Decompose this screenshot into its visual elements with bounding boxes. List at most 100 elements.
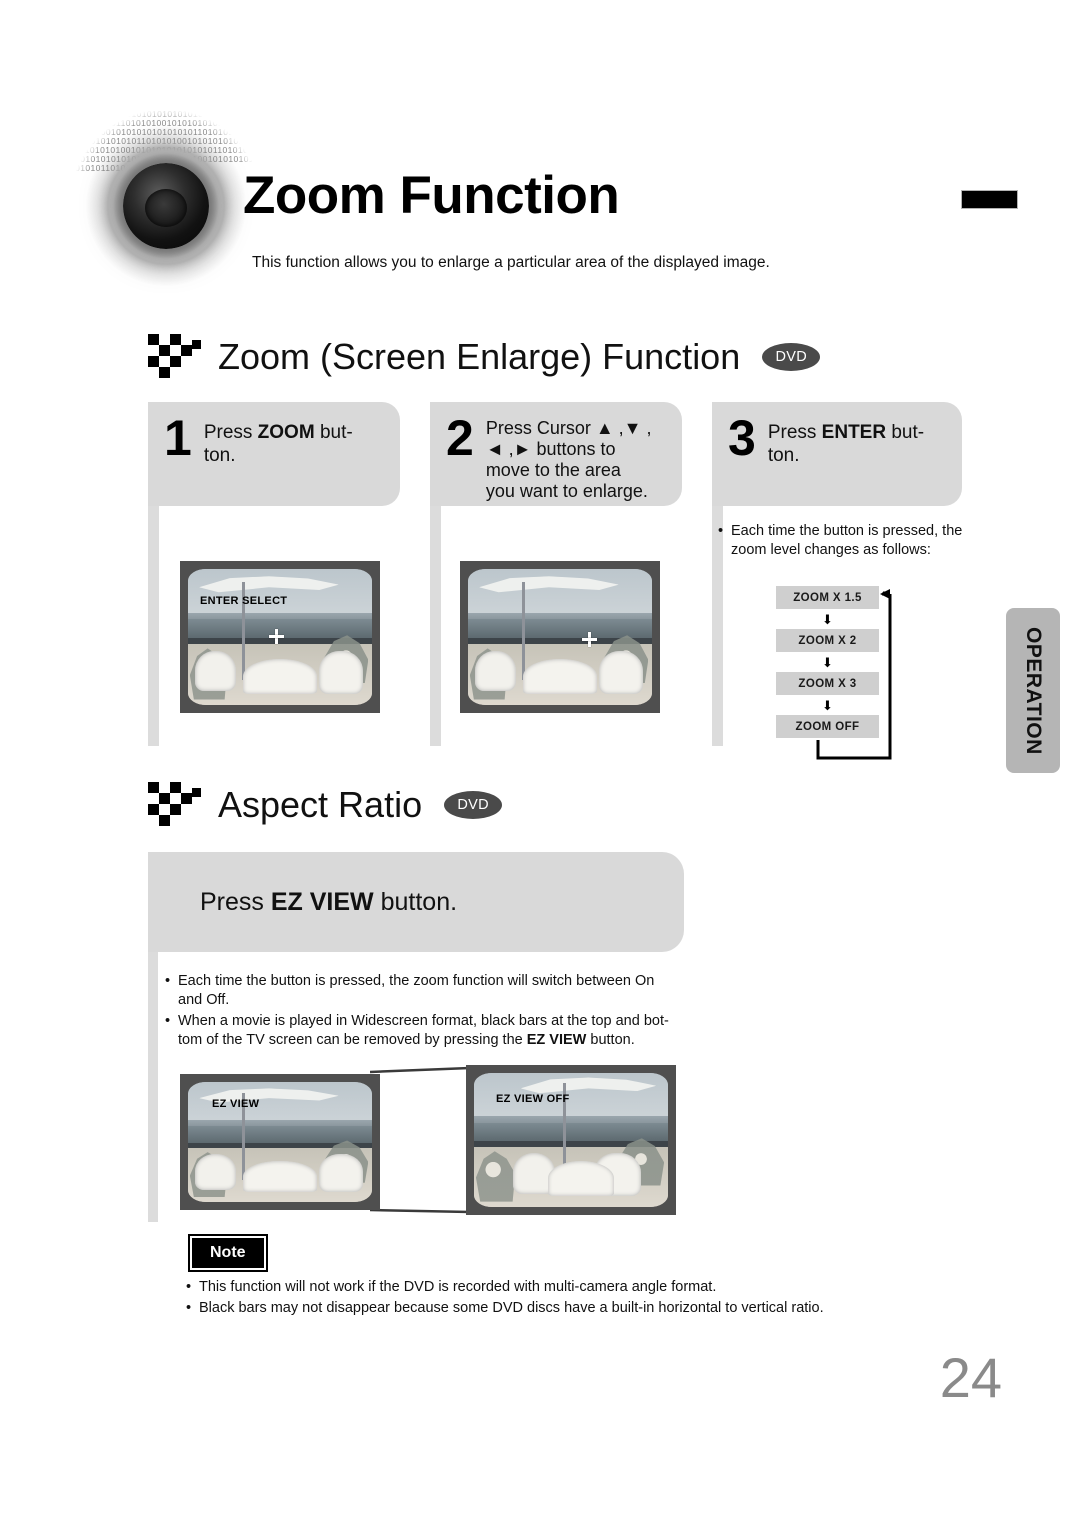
chair-right [598, 650, 643, 695]
step-box-2: 2 Press Cursor ▲ ,▼ , ◄ ,► buttons to mo… [430, 402, 682, 506]
ez-view-instruction-banner: Press EZ VIEW button. [148, 852, 684, 952]
bullet-dot: • [186, 1300, 192, 1316]
step-number-3: 3 [728, 410, 756, 466]
aspect-bullet-1-line-2: and Off. [178, 992, 230, 1008]
ez-view-button-name: EZ VIEW [270, 887, 374, 916]
column-divider-2 [430, 506, 441, 746]
umbrella-canopy [199, 576, 339, 593]
hills [468, 612, 652, 620]
patio-table [547, 1161, 614, 1197]
section-heading-aspect: Aspect Ratio DVD [148, 782, 503, 828]
umbrella [479, 574, 619, 681]
note-bullets: • This function will not work if the DVD… [186, 1278, 946, 1320]
speaker-cone [122, 162, 210, 250]
zoom-level-note: • Each time the button is pressed, the z… [718, 522, 968, 562]
zoom-button-name: ZOOM [257, 422, 315, 443]
section-title-text: Aspect Ratio [218, 784, 423, 825]
chair-left [195, 650, 236, 692]
chair-right [318, 1154, 363, 1193]
tv-screen-step2 [460, 561, 660, 713]
aspect-bullet-2-prefix: tom of the TV screen can be removed by p… [178, 1032, 527, 1048]
step-box-3: 3 Press ENTER but- ton. [712, 402, 962, 506]
chair-right [318, 650, 363, 695]
umbrella-canopy [479, 576, 619, 593]
page-number: 24 [939, 1346, 1002, 1409]
bullet-dot: • [165, 1013, 171, 1029]
aspect-bullet-2-line-1: When a movie is played in Widescreen for… [178, 1013, 669, 1029]
section-heading-zoom: Zoom (Screen Enlarge) Function DVD [148, 334, 821, 380]
hills [188, 612, 372, 620]
checkered-flag-icon [148, 782, 201, 826]
patio-table [243, 1161, 317, 1193]
note-line-1: Each time the button is pressed, the [731, 523, 963, 539]
sea [188, 1126, 372, 1144]
bullet-dot: • [186, 1279, 192, 1295]
ez-view-button-name: EZ VIEW [526, 1032, 587, 1048]
step-1-line-2: ton. [203, 445, 236, 466]
manual-page: 0101010100101010101010101011010100101010… [0, 0, 1080, 1528]
page-title: Zoom Function [243, 166, 620, 225]
list-item: • When a movie is played in Widescreen f… [165, 1012, 885, 1050]
chair-left [195, 1154, 236, 1190]
header-rule-bar [961, 190, 1018, 209]
bullet-text: Each time the button is pressed, the zoo… [178, 972, 654, 1010]
osd-ez-view: EZ VIEW [212, 1098, 260, 1110]
dvd-badge: DVD [444, 791, 503, 819]
step-number-1: 1 [164, 410, 192, 466]
zoom-crosshair-2 [582, 631, 598, 647]
step-2-line-3: move to the area [485, 460, 621, 480]
speaker-binary-logo-icon: 0101010100101010101010101011010100101010… [68, 108, 264, 304]
banner-prefix: Press [200, 887, 271, 916]
step-2-line-4: you want to enlarge. [485, 481, 648, 501]
step-2-line-1: Press Cursor ▲ ,▼ , [485, 418, 652, 438]
zoom-crosshair-1 [268, 628, 284, 644]
enter-button-name: ENTER [821, 422, 887, 443]
tv-screen-ez-view-on: EZ VIEW [180, 1074, 380, 1210]
tv-screen-ez-view-off: EZ VIEW OFF [466, 1065, 676, 1215]
step-number-2: 2 [446, 410, 474, 466]
flow-arrow-down-icon: ⬇ [822, 654, 833, 670]
section-title-text: Zoom (Screen Enlarge) Function [218, 336, 741, 377]
ez-view-instruction-text: Press EZ VIEW button. [200, 888, 457, 917]
umbrella-pole [522, 581, 526, 681]
osd-enter-select: ENTER SELECT [200, 595, 288, 607]
list-item: • Black bars may not disappear because s… [186, 1299, 946, 1318]
sea [474, 1122, 668, 1142]
side-tab-operation: OPERATION [1006, 608, 1060, 773]
note-bullet-1: This function will not work if the DVD i… [199, 1279, 717, 1295]
left-accent-strip [148, 952, 158, 1222]
tv-image-2 [468, 569, 652, 705]
osd-ez-view-off: EZ VIEW OFF [496, 1093, 570, 1105]
column-divider-1 [148, 506, 159, 746]
list-item: • This function will not work if the DVD… [186, 1278, 946, 1297]
checkered-flag-icon [148, 334, 201, 378]
step-text-2: Press Cursor ▲ ,▼ , ◄ ,► buttons to move… [486, 416, 652, 502]
aspect-ratio-bullets: • Each time the button is pressed, the z… [165, 972, 885, 1052]
bullet-text: When a movie is played in Widescreen for… [178, 1012, 669, 1050]
flow-item-zoom-off: ZOOM OFF [776, 715, 879, 738]
flow-item-zoom-x2: ZOOM X 2 [776, 629, 879, 652]
chair-left [475, 650, 516, 692]
flow-arrow-down-icon: ⬇ [822, 697, 833, 713]
flow-arrow-down-icon: ⬇ [822, 611, 833, 627]
list-item: • Each time the button is pressed, the z… [165, 972, 885, 1010]
banner-suffix: button. [373, 887, 458, 916]
step-box-1: 1 Press ZOOM but- ton. [148, 402, 400, 506]
bullet-dot: • [718, 523, 724, 539]
aspect-bullet-1-line-1: Each time the button is pressed, the zoo… [178, 973, 655, 989]
tv-screen-step1: ENTER SELECT [180, 561, 380, 713]
tv-image-ez-on: EZ VIEW [188, 1082, 372, 1202]
tv-image-ez-off: EZ VIEW OFF [474, 1073, 668, 1207]
bullet-dot: • [165, 973, 171, 989]
list-item: • Each time the button is pressed, the z… [718, 522, 968, 560]
side-tab-label: OPERATION [1022, 626, 1045, 755]
sea [468, 619, 652, 639]
step-text-3: Press ENTER but- ton. [767, 422, 925, 466]
zoom-level-flowchart: ZOOM X 1.5 ⬇ ZOOM X 2 ⬇ ZOOM X 3 ⬇ ZOOM … [776, 586, 879, 741]
tv-image-1: ENTER SELECT [188, 569, 372, 705]
intro-description: This function allows you to enlarge a pa… [252, 254, 770, 271]
patio-table [523, 658, 597, 695]
patio-table [243, 658, 317, 695]
bullet-text: Each time the button is pressed, the zoo… [731, 522, 962, 560]
aspect-bullet-2-suffix: button. [586, 1032, 635, 1048]
